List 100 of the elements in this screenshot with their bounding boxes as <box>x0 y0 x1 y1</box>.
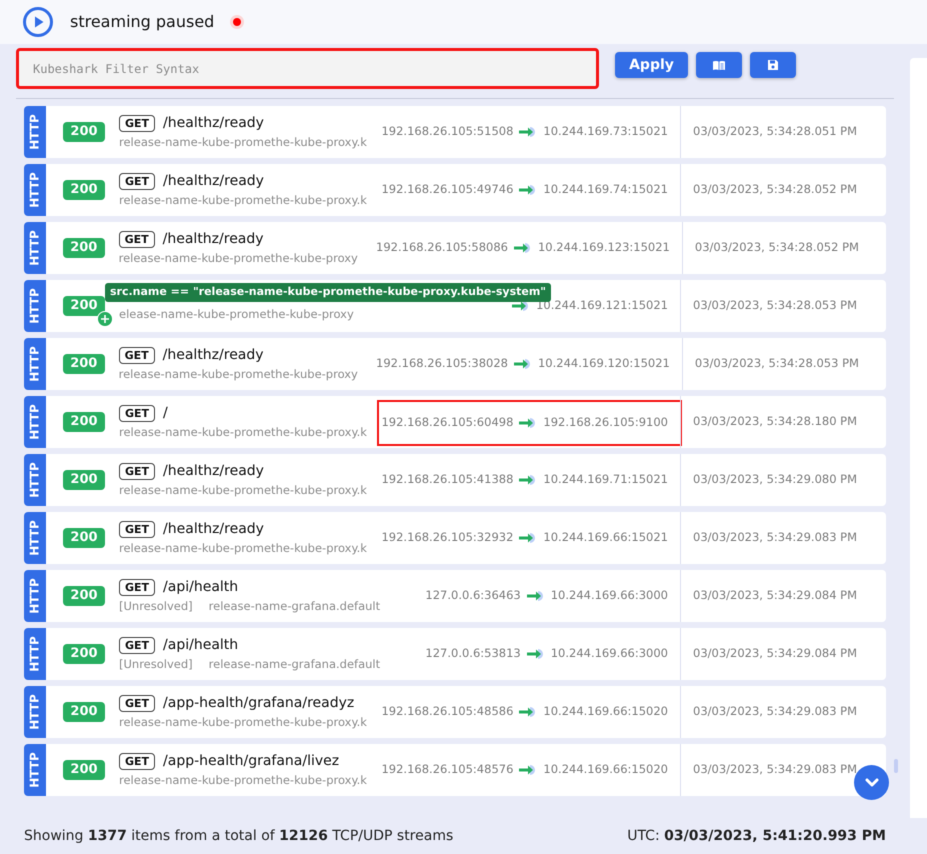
method-badge: GET <box>119 578 156 596</box>
request-path: /app-health/grafana/livez <box>163 752 340 771</box>
streaming-status: streaming paused <box>70 11 214 33</box>
entry-row[interactable]: HTTP 200 GET /healthz/ready release-name-kube-promethe-kube-proxy.k 192.168.26.105:32932 10.244.169.66:15021 03/03/2023, 5:34:29.083 PM <box>24 512 886 564</box>
source-name[interactable]: elease-name-kube-promethe-kube-proxy <box>119 306 354 324</box>
filter-field[interactable]: Kubeshark Filter Syntax <box>16 48 599 89</box>
method-badge: GET <box>119 114 156 132</box>
protocol-tag: HTTP <box>24 222 46 274</box>
method-badge: GET <box>118 346 155 364</box>
source-name[interactable]: release-name-kube-promethe-kube-proxy.k <box>119 424 367 442</box>
destination-address[interactable]: 10.244.169.71:15021 <box>543 471 668 489</box>
destination-address[interactable]: 10.244.169.74:15021 <box>543 181 668 199</box>
protocol-tag: HTTP <box>24 280 46 332</box>
destination-name[interactable]: release-name-grafana.default <box>208 656 380 674</box>
timestamp: 03/03/2023, 5:34:28.053 PM <box>694 355 859 372</box>
arrow-icon <box>526 590 546 602</box>
method-badge: GET <box>119 752 156 770</box>
destination-address[interactable]: 10.244.169.66:3000 <box>550 645 668 663</box>
play-icon[interactable] <box>22 6 54 38</box>
entry-row[interactable]: HTTP 200 GET /healthz/ready release-name-kube-promethe-kube-proxy.k 192.168.26.105:51508 10.244.169.73:15021 03/03/2023, 5:34:28.051 PM <box>24 106 886 158</box>
request-path: /app-health/grafana/readyz <box>163 694 354 713</box>
timestamp: 03/03/2023, 5:34:28.051 PM <box>693 123 858 140</box>
timestamp: 03/03/2023, 5:34:28.180 PM <box>693 413 858 430</box>
source-address[interactable]: 192.168.26.105:38028 <box>376 355 508 373</box>
destination-address[interactable]: 10.244.169.66:15021 <box>543 529 668 547</box>
source-address[interactable]: 192.168.26.105:48586 <box>381 703 514 721</box>
timestamp: 03/03/2023, 5:34:29.083 PM <box>693 761 858 778</box>
request-path: /healthz/ready <box>163 462 264 481</box>
source-address[interactable]: 192.168.26.105:41388 <box>381 471 514 489</box>
method-badge: GET <box>118 230 155 248</box>
protocol-tag: HTTP <box>24 338 46 390</box>
source-address[interactable]: 192.168.26.105:48576 <box>381 761 514 779</box>
source-address[interactable]: 192.168.26.105:32932 <box>381 529 514 547</box>
protocol-tag: HTTP <box>24 628 46 680</box>
entry-row[interactable]: HTTP 200 GET / release-name-kube-promethe-kube-proxy.k 192.168.26.105:60498 192.168.26.105:9100 03/03/2023, 5:34:28.180 PM <box>24 396 886 448</box>
entry-row[interactable]: HTTP 200 GET /api/health [Unresolved] release-name-grafana.default 127.0.0.6:36463 10.244.169.66:3000 03/03/2023, 5:34:29.084 PM <box>24 570 886 622</box>
source-name[interactable]: release-name-kube-promethe-kube-proxy.k <box>119 192 367 210</box>
scrollbar-thumb[interactable] <box>894 759 898 773</box>
entry-row[interactable]: HTTP 200 GET /healthz/ready release-name-kube-promethe-kube-proxy.k 192.168.26.105:41388 10.244.169.71:15021 03/03/2023, 5:34:29.080 PM <box>24 454 886 506</box>
request-path: /healthz/ready <box>163 520 264 539</box>
source-name[interactable]: [Unresolved] <box>119 656 193 674</box>
source-name[interactable]: release-name-kube-promethe-kube-proxy.k <box>119 772 367 790</box>
destination-name[interactable]: release-name-grafana.default <box>208 598 380 616</box>
method-badge: GET <box>119 462 156 480</box>
protocol-tag: HTTP <box>24 686 46 738</box>
status-badge: 200 <box>63 644 105 664</box>
source-address[interactable]: 127.0.0.6:53813 <box>425 645 521 663</box>
source-address[interactable]: 127.0.0.6:36463 <box>425 587 521 605</box>
entry-row[interactable]: HTTP 200 GET /healthz/ready release-name-kube-promethe-kube-proxy.k 192.168.26.105:49746 10.244.169.74:15021 03/03/2023, 5:34:28.052 PM <box>24 164 886 216</box>
filter-tooltip: src.name == "release-name-kube-promethe-kube-proxy.kube-system" <box>105 283 552 302</box>
source-name[interactable]: [Unresolved] <box>119 598 193 616</box>
source-name[interactable]: release-name-kube-promethe-kube-proxy.k <box>119 134 367 152</box>
source-address[interactable]: 192.168.26.105:60498 <box>381 414 514 432</box>
timestamp: 03/03/2023, 5:34:29.083 PM <box>693 529 858 546</box>
entry-row[interactable]: HTTP 200 GET /api/health [Unresolved] release-name-grafana.default 127.0.0.6:53813 10.244.169.66:3000 03/03/2023, 5:34:29.084 PM <box>24 628 886 680</box>
method-badge: GET <box>119 636 156 654</box>
destination-address[interactable]: 10.244.169.66:15020 <box>543 703 668 721</box>
method-badge: GET <box>119 172 156 190</box>
source-name[interactable]: release-name-kube-promethe-kube-proxy <box>118 366 358 384</box>
source-name[interactable]: release-name-kube-promethe-kube-proxy.k <box>119 540 367 558</box>
destination-address[interactable]: 192.168.26.105:9100 <box>543 414 668 432</box>
protocol-tag: HTTP <box>24 164 46 216</box>
utc-time: UTC: 03/03/2023, 5:41:20.993 PM <box>627 826 886 846</box>
book-button[interactable] <box>696 52 742 78</box>
timestamp: 03/03/2023, 5:34:29.084 PM <box>693 587 858 604</box>
entry-row[interactable]: HTTP 200 GET /app-health/grafana/readyz release-name-kube-promethe-kube-proxy.k 192.168.26.105:48586 10.244.169.66:15020 03/03/2023, 5:34:29.083 PM <box>24 686 886 738</box>
destination-address[interactable]: 10.244.169.120:15021 <box>538 355 670 373</box>
request-path: /api/health <box>163 578 238 597</box>
add-filter-icon[interactable] <box>97 310 113 327</box>
protocol-tag: HTTP <box>24 396 46 448</box>
source-address[interactable]: 192.168.26.105:58086 <box>376 239 508 257</box>
timestamp: 03/03/2023, 5:34:29.083 PM <box>693 703 858 720</box>
status-badge: 200 <box>63 122 105 142</box>
status-badge: 200 <box>63 354 105 374</box>
book-icon <box>712 60 726 70</box>
destination-address[interactable]: 10.244.169.66:15020 <box>543 761 668 779</box>
method-badge: GET <box>119 694 156 712</box>
save-button[interactable] <box>750 52 796 78</box>
source-name[interactable]: release-name-kube-promethe-kube-proxy <box>118 250 358 268</box>
protocol-tag: HTTP <box>24 454 46 506</box>
apply-button[interactable]: Apply <box>615 52 688 78</box>
request-path: /healthz/ready <box>163 172 264 191</box>
protocol-tag: HTTP <box>24 106 46 158</box>
destination-address[interactable]: 10.244.169.66:3000 <box>550 587 668 605</box>
source-name[interactable]: release-name-kube-promethe-kube-proxy.k <box>119 482 367 500</box>
chevron-down-icon <box>864 778 878 788</box>
protocol-tag: HTTP <box>24 570 46 622</box>
source-address[interactable]: 192.168.26.105:51508 <box>381 123 514 141</box>
source-address[interactable]: 192.168.26.105:49746 <box>381 181 514 199</box>
request-path: /healthz/ready <box>163 114 264 133</box>
destination-address[interactable]: 10.244.169.73:15021 <box>543 123 668 141</box>
entry-row[interactable]: HTTP 200 GET /app-health/grafana/livez release-name-kube-promethe-kube-proxy.k 192.168.26.105:48576 10.244.169.66:15020 03/03/2023, 5:34:29.083 PM <box>24 744 886 796</box>
entry-row[interactable]: HTTP 200 GET /healthz/ready release-name-kube-promethe-kube-proxy 192.168.26.105:58086 10.244.169.123:15021 03/03/2023, 5:34:28.052 PM <box>24 222 886 274</box>
entry-row[interactable]: HTTP 200 src.name == "release-name-kube-promethe-kube-proxy.kube-system" elease-name-kube-promethe-kube-proxy 10.244.169.121:15021 03/03/2023, 5:34:28.053 PM <box>24 280 886 332</box>
timestamp: 03/03/2023, 5:34:29.084 PM <box>693 645 858 662</box>
status-badge: 200 <box>63 238 105 258</box>
source-name[interactable]: release-name-kube-promethe-kube-proxy.k <box>119 714 367 732</box>
scroll-down-button[interactable] <box>854 765 889 800</box>
destination-address[interactable]: 10.244.169.123:15021 <box>538 239 670 257</box>
entry-row[interactable]: HTTP 200 GET /healthz/ready release-name-kube-promethe-kube-proxy 192.168.26.105:38028 10.244.169.120:15021 03/03/2023, 5:34:28.053 PM <box>24 338 886 390</box>
